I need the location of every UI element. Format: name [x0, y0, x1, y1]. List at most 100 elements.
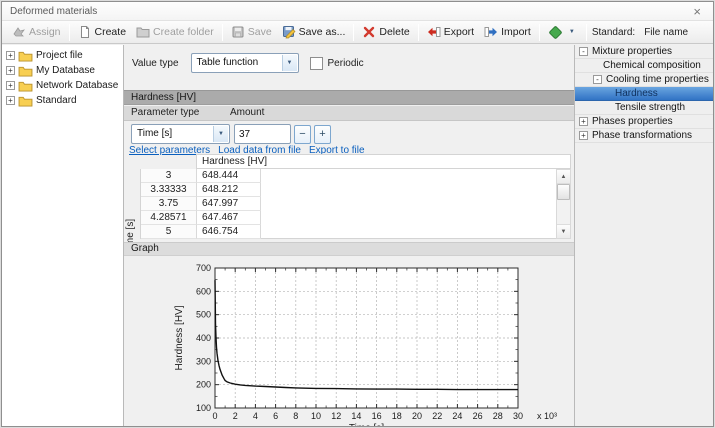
collapse-icon[interactable]: - — [579, 47, 588, 56]
import-arrow-icon — [484, 25, 498, 39]
periodic-checkbox[interactable] — [310, 57, 323, 70]
deformed-materials-window: Deformed materials × Assign Create Creat… — [1, 1, 714, 427]
svg-text:500: 500 — [196, 310, 211, 320]
caret-down-icon: ▼ — [287, 54, 293, 72]
value-type-value: Table function — [197, 57, 259, 68]
green-cube-icon — [548, 25, 563, 40]
expand-icon[interactable]: + — [6, 66, 15, 75]
tree-item-standard[interactable]: + Standard — [2, 93, 123, 108]
hardness-chart: 0246810121416182022242628301002003004005… — [124, 257, 574, 427]
standard-combobox[interactable]: File name ▼ — [639, 24, 714, 41]
tree-item-project-file[interactable]: + Project file — [2, 48, 123, 63]
table-row[interactable]: 4.28571 647.467 — [141, 211, 556, 225]
folder-icon — [18, 95, 33, 107]
tree-item-mixture-properties[interactable]: - Mixture properties — [575, 45, 713, 59]
toolbar-separator — [353, 24, 354, 41]
expand-icon[interactable]: + — [579, 131, 588, 140]
tree-item-label: Tensile strength — [615, 102, 685, 113]
expand-icon[interactable]: + — [6, 51, 15, 60]
scrollbar-thumb[interactable] — [557, 184, 570, 200]
toolbar-separator — [69, 24, 70, 41]
svg-text:14: 14 — [351, 411, 361, 421]
save-as-button[interactable]: Save as... — [277, 22, 351, 42]
tree-item-chemical-composition[interactable]: Chemical composition — [575, 59, 713, 73]
expand-icon[interactable]: + — [6, 81, 15, 90]
tree-item-label: Network Database — [36, 80, 118, 91]
amount-input[interactable] — [234, 124, 291, 144]
assign-button[interactable]: Assign — [7, 22, 66, 42]
hardness-cell[interactable]: 647.997 — [197, 197, 261, 211]
import-button[interactable]: Import — [479, 22, 536, 42]
table-row[interactable]: 3 648.444 — [141, 169, 556, 183]
svg-text:8: 8 — [293, 411, 298, 421]
export-label: Export — [444, 26, 474, 38]
standard-value: File name — [644, 27, 688, 38]
increment-button[interactable]: + — [314, 125, 331, 144]
expand-icon[interactable]: + — [6, 96, 15, 105]
table-row[interactable]: 3.75 647.997 — [141, 197, 556, 211]
tree-item-cooling-time-properties[interactable]: - Cooling time properties — [575, 73, 713, 87]
table-row[interactable]: 3.33333 648.212 — [141, 183, 556, 197]
standard-label: Standard: — [592, 27, 635, 38]
graph-section-header: Graph — [124, 242, 574, 256]
caret-down-icon: ▼ — [566, 29, 578, 35]
time-cell[interactable]: 3 — [141, 169, 197, 183]
svg-text:2: 2 — [233, 411, 238, 421]
svg-text:16: 16 — [372, 411, 382, 421]
svg-text:300: 300 — [196, 356, 211, 366]
create-folder-label: Create folder — [153, 26, 214, 38]
folder-icon — [136, 25, 150, 39]
tree-item-phase-transformations[interactable]: + Phase transformations — [575, 129, 713, 143]
expand-icon[interactable]: + — [579, 117, 588, 126]
hardness-data-table: Hardness [HV] 3 648.444 3.33333 648.212 … — [140, 154, 571, 239]
hardness-cell[interactable]: 647.467 — [197, 211, 261, 225]
decrement-button[interactable]: − — [294, 125, 311, 144]
table-row[interactable]: 5 646.754 — [141, 225, 556, 239]
tree-item-my-database[interactable]: + My Database — [2, 63, 123, 78]
database-menu-button[interactable]: ▼ — [543, 22, 583, 43]
table-body: 3 648.444 3.33333 648.212 3.75 647.997 4… — [140, 169, 556, 239]
close-icon[interactable]: × — [689, 5, 705, 18]
svg-text:x 10³: x 10³ — [537, 411, 557, 421]
parameter-type-label: Parameter type — [131, 106, 230, 120]
table-scrollbar[interactable]: ▲ ▼ — [556, 169, 571, 239]
time-cell[interactable]: 3.75 — [141, 197, 197, 211]
scroll-up-icon[interactable]: ▲ — [557, 170, 570, 184]
delete-button[interactable]: Delete — [357, 22, 414, 42]
hardness-cell[interactable]: 646.754 — [197, 225, 261, 239]
svg-text:Hardness [HV]: Hardness [HV] — [174, 305, 185, 370]
save-label: Save — [248, 26, 272, 38]
time-cell[interactable]: 4.28571 — [141, 211, 197, 225]
time-cell[interactable]: 5 — [141, 225, 197, 239]
create-folder-button[interactable]: Create folder — [131, 22, 219, 42]
hardness-cell[interactable]: 648.444 — [197, 169, 261, 183]
svg-text:6: 6 — [273, 411, 278, 421]
assign-icon — [12, 25, 26, 39]
svg-text:200: 200 — [196, 380, 211, 390]
svg-text:26: 26 — [473, 411, 483, 421]
svg-text:400: 400 — [196, 333, 211, 343]
collapse-icon[interactable]: - — [593, 75, 602, 84]
value-type-dropdown[interactable]: Table function ▼ — [191, 53, 299, 73]
periodic-label: Periodic — [328, 58, 364, 69]
create-button[interactable]: Create — [73, 22, 132, 42]
export-arrow-icon — [427, 25, 441, 39]
time-cell[interactable]: 3.33333 — [141, 183, 197, 197]
tree-item-network-database[interactable]: + Network Database — [2, 78, 123, 93]
svg-text:100: 100 — [196, 403, 211, 413]
save-button[interactable]: Save — [226, 22, 277, 42]
tree-item-label: Hardness — [615, 88, 658, 99]
svg-text:28: 28 — [493, 411, 503, 421]
hardness-cell[interactable]: 648.212 — [197, 183, 261, 197]
export-button[interactable]: Export — [422, 22, 479, 42]
tree-item-hardness-selected[interactable]: Hardness — [575, 87, 713, 101]
parameter-type-dropdown[interactable]: Time [s] ▼ — [131, 124, 230, 144]
tree-item-label: Phases properties — [592, 116, 673, 127]
svg-text:12: 12 — [331, 411, 341, 421]
scroll-down-icon[interactable]: ▼ — [557, 224, 570, 238]
tree-item-phases-properties[interactable]: + Phases properties — [575, 115, 713, 129]
toolbar-separator — [539, 24, 540, 41]
tree-item-label: Mixture properties — [592, 46, 672, 57]
tree-item-label: Project file — [36, 50, 83, 61]
tree-item-tensile-strength[interactable]: Tensile strength — [575, 101, 713, 115]
